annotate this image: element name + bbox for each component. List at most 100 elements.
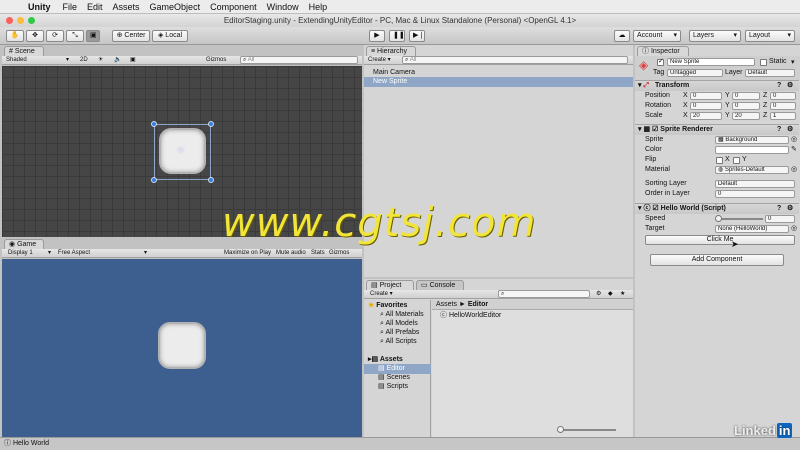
- object-picker-icon[interactable]: ◎: [791, 165, 797, 175]
- handle-top-right[interactable]: [208, 121, 214, 127]
- menu-window[interactable]: Window: [267, 2, 299, 12]
- menu-edit[interactable]: Edit: [87, 2, 103, 12]
- menu-assets[interactable]: Assets: [113, 2, 140, 12]
- menu-help[interactable]: Help: [309, 2, 328, 12]
- layer-dropdown[interactable]: Default: [745, 69, 795, 77]
- order-in-layer-field[interactable]: 0: [715, 190, 795, 198]
- account-dropdown[interactable]: Account ▾: [633, 30, 681, 42]
- position-x-field[interactable]: 0: [690, 92, 722, 100]
- tab-game[interactable]: ◉ Game: [4, 239, 44, 249]
- hierarchy-search-input[interactable]: ⌕ All: [402, 56, 628, 64]
- scale-x-field[interactable]: 20: [690, 112, 722, 120]
- step-button[interactable]: ▶❘: [409, 30, 425, 42]
- tag-dropdown[interactable]: Untagged: [667, 69, 723, 77]
- enabled-checkbox[interactable]: ☑: [652, 205, 658, 212]
- breadcrumb-editor[interactable]: Editor: [468, 301, 488, 308]
- transform-header[interactable]: ▾ ⤢ Transform ? ⚙: [635, 80, 799, 91]
- handle-top-left[interactable]: [151, 121, 157, 127]
- mute-audio-toggle[interactable]: Mute audio: [276, 249, 306, 258]
- icon-size-slider[interactable]: [557, 426, 616, 433]
- active-checkbox[interactable]: ✓: [657, 58, 664, 66]
- gear-icon[interactable]: ⚙: [787, 125, 793, 135]
- effects-icon[interactable]: ▣: [130, 56, 136, 65]
- move-tool-button[interactable]: ✥: [26, 30, 44, 42]
- handle-bottom-right[interactable]: [208, 177, 214, 183]
- filter-type-icon[interactable]: ⚙: [596, 290, 601, 299]
- material-field[interactable]: ◍ Sprites-Default: [715, 166, 789, 174]
- folder-scripts[interactable]: ▤ Scripts: [364, 382, 408, 392]
- zoom-window-button[interactable]: [28, 17, 35, 24]
- object-picker-icon[interactable]: ◎: [791, 135, 797, 145]
- handle-bottom-left[interactable]: [151, 177, 157, 183]
- layout-dropdown[interactable]: Layout ▾: [745, 30, 795, 42]
- shading-dropdown[interactable]: Shaded: [6, 56, 27, 65]
- rotation-x-field[interactable]: 0: [690, 102, 722, 110]
- click-me-button[interactable]: Click Me: [645, 235, 795, 245]
- pivot-local-button[interactable]: ◈ Local: [152, 30, 188, 42]
- menu-component[interactable]: Component: [210, 2, 257, 12]
- maximize-on-play-toggle[interactable]: Maximize on Play: [224, 249, 271, 258]
- aspect-dropdown[interactable]: Free Aspect: [58, 249, 90, 258]
- add-component-button[interactable]: Add Component: [650, 254, 784, 266]
- static-checkbox[interactable]: [760, 59, 767, 66]
- gizmos-dropdown[interactable]: Gizmos: [206, 56, 226, 65]
- sorting-layer-dropdown[interactable]: Default: [715, 180, 795, 188]
- menu-file[interactable]: File: [63, 2, 78, 12]
- slider-thumb[interactable]: [557, 426, 564, 433]
- rotation-z-field[interactable]: 0: [770, 102, 796, 110]
- hierarchy-create-dropdown[interactable]: Create ▾: [368, 56, 391, 65]
- play-button[interactable]: ▶: [369, 30, 385, 42]
- position-y-field[interactable]: 0: [732, 92, 760, 100]
- scene-search-input[interactable]: ⌕ All: [240, 56, 358, 64]
- menu-gameobject[interactable]: GameObject: [150, 2, 201, 12]
- project-create-dropdown[interactable]: Create ▾: [370, 290, 393, 299]
- gizmos-dropdown[interactable]: Gizmos: [329, 249, 349, 258]
- position-z-field[interactable]: 0: [770, 92, 796, 100]
- project-search-input[interactable]: ⌕: [498, 290, 590, 298]
- star-icon[interactable]: ★: [620, 290, 625, 299]
- stats-toggle[interactable]: Stats: [311, 249, 325, 258]
- help-icon[interactable]: ?: [777, 81, 781, 91]
- game-viewport[interactable]: [2, 259, 362, 437]
- audio-icon[interactable]: 🔈: [114, 56, 121, 65]
- app-menu[interactable]: Unity: [28, 2, 51, 12]
- pivot-center-button[interactable]: ⊕ Center: [112, 30, 150, 42]
- eyedropper-icon[interactable]: ✎: [791, 145, 797, 155]
- speed-slider[interactable]: [715, 215, 763, 222]
- status-message[interactable]: Hello World: [13, 440, 49, 447]
- gear-icon[interactable]: ⚙: [787, 81, 793, 91]
- enabled-checkbox[interactable]: ☑: [652, 126, 658, 133]
- slider-thumb[interactable]: [715, 215, 722, 222]
- pause-button[interactable]: ❚❚: [389, 30, 405, 42]
- hand-tool-button[interactable]: ✋: [6, 30, 24, 42]
- gear-icon[interactable]: ⚙: [787, 204, 793, 214]
- lighting-icon[interactable]: ☀: [98, 56, 103, 65]
- help-icon[interactable]: ?: [777, 204, 781, 214]
- rotation-y-field[interactable]: 0: [732, 102, 760, 110]
- file-hello-world-editor[interactable]: ⓒ HelloWorldEditor: [432, 311, 501, 321]
- favorite-all-scripts[interactable]: ⌕ All Scripts: [364, 337, 417, 347]
- object-name-input[interactable]: New Sprite: [667, 58, 755, 66]
- scale-z-field[interactable]: 1: [770, 112, 796, 120]
- tab-project[interactable]: ▤ Project: [366, 280, 414, 290]
- rotate-tool-button[interactable]: ⟳: [46, 30, 64, 42]
- tab-console[interactable]: ▭ Console: [416, 280, 464, 290]
- tab-hierarchy[interactable]: ≡ Hierarchy: [366, 46, 416, 56]
- close-window-button[interactable]: [6, 17, 13, 24]
- script-header[interactable]: ▾ ⓒ ☑ Hello World (Script) ? ⚙: [635, 203, 799, 214]
- tab-inspector[interactable]: ⓘ Inspector: [637, 46, 689, 56]
- cloud-button[interactable]: ☁: [614, 30, 630, 42]
- color-swatch[interactable]: [715, 146, 789, 154]
- scale-tool-button[interactable]: ⤡: [66, 30, 84, 42]
- pivot-icon[interactable]: ✺: [176, 144, 185, 157]
- display-dropdown[interactable]: Display 1: [8, 249, 33, 258]
- filter-label-icon[interactable]: ◆: [608, 290, 613, 299]
- sprite-field[interactable]: ▦ Background: [715, 136, 789, 144]
- sprite-renderer-header[interactable]: ▾ ▦ ☑ Sprite Renderer ? ⚙: [635, 124, 799, 135]
- target-field[interactable]: None (HelloWorld): [715, 225, 789, 233]
- flip-x-checkbox[interactable]: [716, 157, 723, 164]
- scale-y-field[interactable]: 20: [732, 112, 760, 120]
- help-icon[interactable]: ?: [777, 125, 781, 135]
- hierarchy-item-new-sprite[interactable]: New Sprite: [364, 77, 633, 87]
- 2d-toggle[interactable]: 2D: [80, 56, 88, 65]
